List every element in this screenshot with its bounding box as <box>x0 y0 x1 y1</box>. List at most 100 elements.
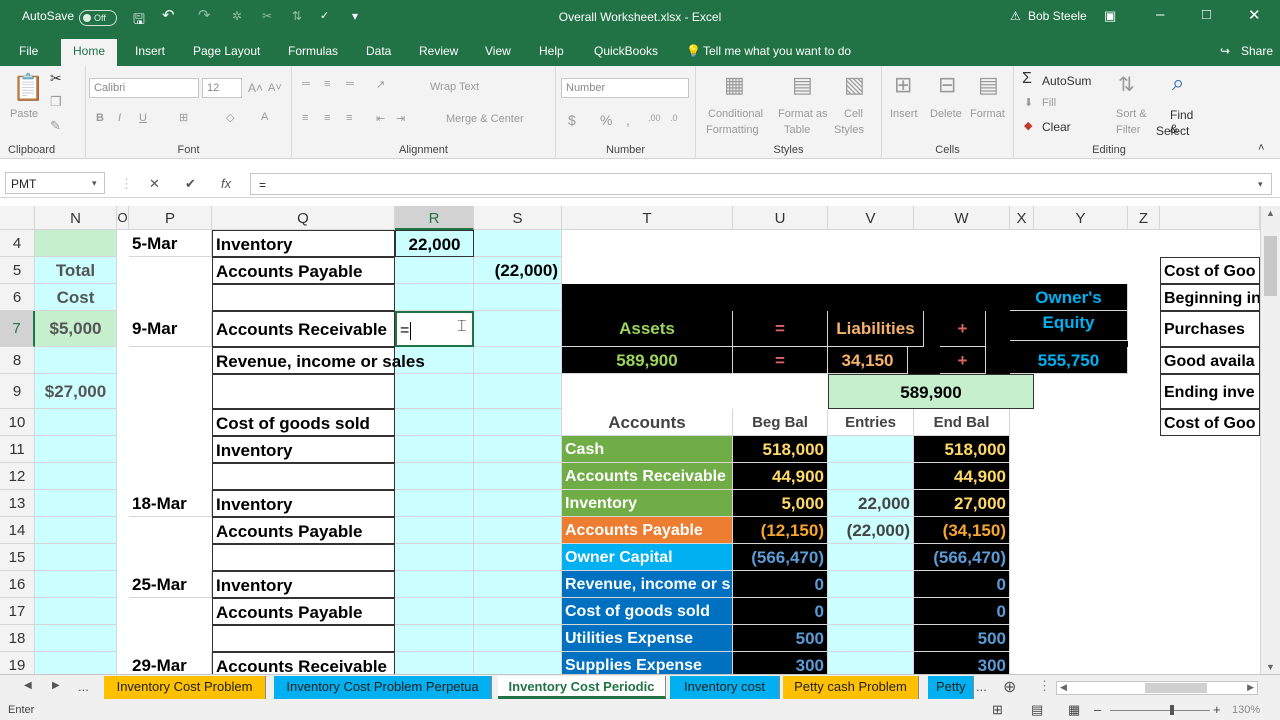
increase-indent-icon[interactable]: ⇥ <box>396 112 405 125</box>
cell-q11[interactable]: Inventory <box>212 436 395 463</box>
bold-icon[interactable]: B <box>96 112 104 124</box>
row-header-17[interactable]: 17 <box>0 598 35 625</box>
tab-home[interactable]: Home <box>61 39 118 66</box>
decrease-font-icon[interactable]: A˅ <box>268 82 282 94</box>
account-end-bal[interactable]: 500 <box>914 625 1010 652</box>
cell-q18[interactable] <box>212 625 395 652</box>
vertical-scrollbar[interactable]: ▲ ▼ <box>1260 206 1280 674</box>
equation-equals-1[interactable]: = <box>733 311 828 347</box>
account-entry[interactable] <box>828 544 914 571</box>
row-header-9[interactable]: 9 <box>0 374 35 409</box>
cell-n6[interactable]: Cost <box>35 284 117 311</box>
sheet-more-right[interactable]: ... <box>976 679 987 694</box>
cell-r6[interactable] <box>395 284 474 311</box>
cell-q14[interactable]: Accounts Payable <box>212 517 395 544</box>
number-format-box[interactable]: Number <box>561 78 689 98</box>
column-header-s[interactable]: S <box>474 206 562 230</box>
conditional-formatting-label2[interactable]: Formatting <box>706 124 759 136</box>
column-header-y[interactable]: Y <box>1034 206 1128 230</box>
cell-n17[interactable] <box>35 598 117 625</box>
cell-s6[interactable] <box>474 284 562 311</box>
cell-n8[interactable] <box>35 347 117 374</box>
increase-decimal-icon[interactable]: .00 <box>648 113 661 123</box>
sheet-tab[interactable]: Inventory Cost Problem <box>104 676 266 699</box>
row-header-12[interactable]: 12 <box>0 463 35 490</box>
clear-icon[interactable]: ◆ <box>1024 119 1032 132</box>
italic-icon[interactable]: I <box>118 112 121 124</box>
account-beg-bal[interactable]: 0 <box>733 598 828 625</box>
font-color-icon[interactable]: A <box>261 111 268 123</box>
zoom-slider[interactable] <box>1110 710 1210 711</box>
cell-q12[interactable] <box>212 463 395 490</box>
cell-r16[interactable] <box>395 571 474 598</box>
account-beg-bal[interactable]: (566,470) <box>733 544 828 571</box>
tab-insert[interactable]: Insert <box>135 44 165 58</box>
cell-p19[interactable]: 29-Mar <box>129 652 212 674</box>
sheet-tab[interactable]: Petty cash Problem <box>783 676 919 699</box>
sort-filter-label1[interactable]: Sort & <box>1116 108 1147 120</box>
horizontal-scroll-thumb[interactable] <box>1145 683 1207 693</box>
cell-r13[interactable] <box>395 490 474 517</box>
fill-icon[interactable]: ⬇ <box>1024 96 1033 109</box>
tab-quickbooks[interactable]: QuickBooks <box>594 44 658 58</box>
scroll-down-icon[interactable]: ▼ <box>1266 662 1275 672</box>
accounts-header[interactable]: Accounts <box>562 409 733 436</box>
sheet-prev-icon[interactable]: ◀ <box>24 680 32 691</box>
format-as-table-icon[interactable]: ▤ <box>792 72 813 98</box>
account-name[interactable]: Accounts Receivable <box>562 463 733 490</box>
side-table-cell[interactable]: Ending inve <box>1160 374 1260 409</box>
share-button[interactable]: Share <box>1241 44 1273 58</box>
insert-function-icon[interactable]: fx <box>221 176 231 191</box>
align-left-icon[interactable]: ≡ <box>302 112 308 124</box>
sheet-tab[interactable]: Inventory Cost Periodic <box>498 676 666 699</box>
borders-icon[interactable]: ⊞ <box>179 111 188 124</box>
account-name[interactable]: Inventory <box>562 490 733 517</box>
cell-n15[interactable] <box>35 544 117 571</box>
collapse-ribbon-icon[interactable]: ˄ <box>1258 142 1264 154</box>
cell-p13[interactable]: 18-Mar <box>129 490 212 517</box>
cell-styles-icon[interactable]: ▧ <box>844 72 865 98</box>
cell-q6[interactable] <box>212 284 395 311</box>
percent-icon[interactable]: % <box>600 112 612 128</box>
equation-owner-value[interactable]: 555,750 <box>1010 347 1128 374</box>
sheet-tab[interactable]: Inventory cost <box>670 676 780 699</box>
cell-r19[interactable] <box>395 652 474 674</box>
end-bal-header[interactable]: End Bal <box>914 409 1010 436</box>
cell-n16[interactable] <box>35 571 117 598</box>
cut-icon[interactable]: ✂ <box>50 70 62 87</box>
sheet-tab[interactable]: Inventory Cost Problem Perpetua <box>274 676 492 699</box>
cell-styles-label2[interactable]: Styles <box>834 124 864 136</box>
account-name[interactable]: Owner Capital <box>562 544 733 571</box>
copy-icon[interactable]: ❐ <box>50 94 62 110</box>
account-name[interactable]: Cost of goods sold <box>562 598 733 625</box>
row-header-4[interactable]: 4 <box>0 230 35 257</box>
equation-liabilities-label[interactable]: Liabilities <box>828 311 924 347</box>
column-header-x[interactable]: X <box>1010 206 1034 230</box>
cell-s12[interactable] <box>474 463 562 490</box>
cell-n5[interactable]: Total <box>35 257 117 284</box>
beg-bal-header[interactable]: Beg Bal <box>733 409 828 436</box>
account-entry[interactable]: 22,000 <box>828 490 914 517</box>
account-end-bal[interactable]: 518,000 <box>914 436 1010 463</box>
cell-s15[interactable] <box>474 544 562 571</box>
account-end-bal[interactable]: 0 <box>914 598 1010 625</box>
account-entry[interactable] <box>828 652 914 674</box>
cell-n9[interactable]: $27,000 <box>35 374 117 409</box>
account-name[interactable]: Accounts Payable <box>562 517 733 544</box>
side-table-cell[interactable]: Good availa <box>1160 347 1260 374</box>
font-name-box[interactable]: Calibri <box>89 78 199 98</box>
paste-icon[interactable]: 📋 <box>12 72 44 103</box>
account-beg-bal[interactable]: 44,900 <box>733 463 828 490</box>
cell-r4[interactable]: 22,000 <box>395 230 474 257</box>
cell-r12[interactable] <box>395 463 474 490</box>
account-end-bal[interactable]: (566,470) <box>914 544 1010 571</box>
autosum-button[interactable]: AutoSum <box>1042 74 1091 88</box>
entries-header[interactable]: Entries <box>828 409 914 436</box>
share-icon[interactable]: ↪ <box>1220 44 1230 58</box>
increase-font-icon[interactable]: A˄ <box>248 81 263 95</box>
cell-q9[interactable] <box>212 374 395 409</box>
maximize-button[interactable]: □ <box>1202 6 1211 23</box>
account-beg-bal[interactable]: 500 <box>733 625 828 652</box>
row-header-5[interactable]: 5 <box>0 257 35 284</box>
column-header-p[interactable]: P <box>129 206 212 230</box>
